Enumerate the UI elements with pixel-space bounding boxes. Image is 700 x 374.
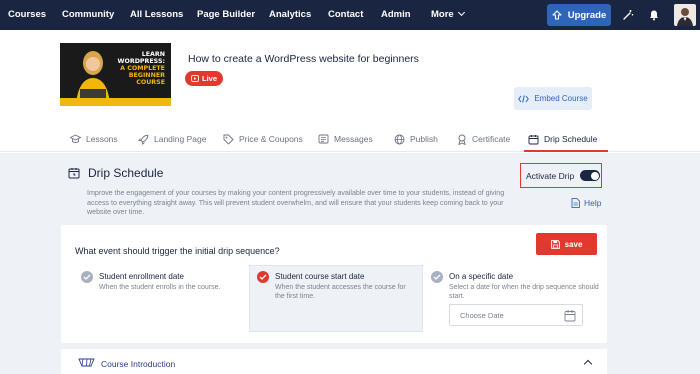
save-icon	[550, 239, 560, 249]
tag-icon	[223, 134, 234, 145]
nav-admin[interactable]: Admin	[381, 0, 411, 30]
check-circle-icon	[431, 271, 443, 283]
toggle-knob	[590, 171, 599, 180]
status-badge: Live	[185, 71, 223, 86]
save-label: save	[564, 239, 583, 249]
code-icon	[518, 94, 530, 103]
message-icon	[318, 134, 329, 144]
tab-price-coupons[interactable]: Price & Coupons	[223, 126, 303, 152]
nav-contact[interactable]: Contact	[328, 0, 363, 30]
tab-lessons[interactable]: Lessons	[70, 126, 118, 152]
activate-drip-label: Activate Drip	[526, 170, 575, 181]
option-subtitle: Select a date for when the drip sequence…	[449, 284, 599, 300]
activate-drip-toggle[interactable]	[580, 170, 601, 181]
help-label: Help	[584, 198, 602, 208]
section-icon	[78, 358, 95, 367]
activate-drip-control: Activate Drip	[520, 163, 602, 188]
status-badge-label: Live	[201, 74, 217, 83]
magic-wand-icon[interactable]	[620, 7, 636, 23]
calendar-icon	[564, 310, 576, 322]
option-title: Student course start date	[275, 272, 365, 281]
option-subtitle: When the student enrolls in the course.	[99, 284, 221, 291]
rocket-icon	[138, 134, 149, 145]
award-icon	[458, 134, 466, 145]
date-placeholder: Choose Date	[460, 310, 504, 320]
upgrade-button[interactable]: Upgrade	[547, 4, 611, 26]
nav-page-builder[interactable]: Page Builder	[197, 0, 255, 30]
upgrade-label: Upgrade	[567, 9, 607, 21]
drip-title-label: Drip Schedule	[88, 166, 164, 180]
top-navbar: Courses Community All Lessons Page Build…	[0, 0, 700, 30]
globe-icon	[394, 134, 405, 144]
drip-title: Drip Schedule	[68, 166, 163, 180]
check-circle-icon	[257, 271, 269, 283]
check-circle-icon	[81, 271, 93, 283]
option-title: On a specific date	[449, 272, 514, 281]
nav-analytics[interactable]: Analytics	[269, 0, 311, 30]
nav-courses[interactable]: Courses	[8, 0, 46, 30]
course-tabs: Lessons Landing Page Price & Coupons Mes…	[0, 126, 700, 152]
tab-publish[interactable]: Publish	[394, 126, 438, 152]
tab-certificate[interactable]: Certificate	[457, 126, 510, 152]
document-icon	[571, 198, 580, 208]
nav-community[interactable]: Community	[62, 0, 114, 30]
nav-all-lessons[interactable]: All Lessons	[130, 0, 183, 30]
calendar-icon	[528, 134, 539, 144]
thumbnail-bar	[60, 98, 171, 106]
graduation-cap-icon	[70, 134, 81, 143]
course-title: How to create a WordPress website for be…	[188, 53, 419, 65]
upgrade-icon	[552, 10, 562, 20]
embed-course-label: Embed Course	[534, 94, 588, 103]
option-title: Student enrollment date	[99, 272, 184, 281]
avatar[interactable]	[674, 4, 696, 26]
video-icon	[191, 75, 199, 82]
trigger-question: What event should trigger the initial dr…	[75, 246, 280, 256]
embed-course-button[interactable]: Embed Course	[514, 87, 592, 110]
calendar-clock-icon	[68, 168, 80, 179]
tab-landing-page[interactable]: Landing Page	[138, 126, 206, 152]
tab-drip-schedule[interactable]: Drip Schedule	[528, 126, 597, 152]
option-subtitle: When the student accesses the course for…	[275, 284, 406, 300]
nav-more[interactable]: More	[431, 0, 465, 30]
chevron-down-icon	[457, 8, 465, 17]
bell-icon[interactable]	[646, 7, 662, 23]
tab-messages[interactable]: Messages	[318, 126, 373, 152]
nav-more-label: More	[431, 9, 454, 20]
drip-description: Improve the engagement of your courses b…	[87, 189, 505, 217]
section-title: Course Introduction	[101, 359, 176, 369]
help-link[interactable]: Help	[571, 198, 601, 208]
thumbnail-text: LEARN WORDPRESS: A COMPLETE BEGINNER COU…	[117, 51, 165, 86]
active-tab-indicator	[524, 150, 608, 152]
save-button[interactable]: save	[536, 233, 597, 255]
course-thumbnail: LEARN WORDPRESS: A COMPLETE BEGINNER COU…	[60, 43, 171, 106]
date-picker-input[interactable]: Choose Date	[449, 304, 583, 326]
